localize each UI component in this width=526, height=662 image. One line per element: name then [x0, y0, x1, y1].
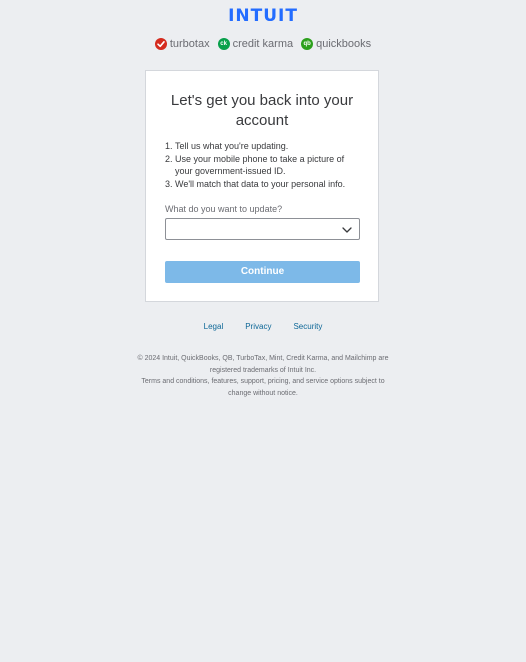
chevron-down-icon [341, 223, 353, 241]
terms-line: Terms and conditions, features, support,… [141, 378, 385, 385]
step-item: 2. Use your mobile phone to take a pictu… [165, 153, 365, 178]
step-text-line: your government-issued ID. [175, 166, 286, 176]
step-text: We'll match that data to your personal i… [175, 178, 346, 189]
copyright-line: registered trademarks of Intuit Inc. [209, 366, 317, 374]
brand-quickbooks: qb quickbooks [301, 38, 371, 50]
legal-notice: © 2024 Intuit, QuickBooks, QB, TurboTax,… [113, 353, 413, 399]
brand-turbotax: turbotax [154, 38, 210, 50]
brand-row: turbotax ck credit karma qb quickbooks [0, 38, 526, 50]
recovery-card: Let's get you back into your account 1. … [145, 70, 379, 302]
brand-label-turbotax: turbotax [169, 38, 210, 50]
brand-label-quickbooks: quickbooks [316, 38, 372, 50]
step-item: 3. We'll match that data to your persona… [165, 178, 365, 191]
step-item: 1. Tell us what you're updating. [165, 140, 365, 153]
step-text: Use your mobile phone to take a picture … [175, 153, 344, 178]
step-number: 2. [165, 153, 173, 164]
privacy-link[interactable]: Privacy [245, 322, 271, 331]
intuit-logo: INTUIT [228, 6, 298, 26]
update-field-label: What do you want to update? [165, 204, 283, 214]
card-title-line-1: Let's get you back into your [170, 92, 354, 109]
quickbooks-icon: qb [301, 38, 314, 50]
terms-line: change without notice. [228, 389, 298, 397]
step-text-line: Use your mobile phone to take a picture … [175, 153, 345, 164]
continue-button[interactable]: Continue [165, 261, 360, 283]
turbotax-icon [154, 38, 167, 50]
security-link[interactable]: Security [293, 322, 322, 331]
steps-list: 1. Tell us what you're updating. 2. Use … [165, 140, 365, 190]
step-number: 1. [165, 141, 173, 151]
credit-karma-icon: ck [217, 38, 230, 50]
update-select[interactable] [165, 218, 360, 240]
step-text: Tell us what you're updating. [175, 141, 289, 151]
brand-credit-karma: ck credit karma [217, 38, 294, 50]
step-number: 3. [165, 178, 173, 189]
footer-links: Legal Privacy Security [0, 322, 526, 331]
brand-label-credit-karma: credit karma [232, 38, 294, 50]
copyright-line: © 2024 Intuit, QuickBooks, QB, TurboTax,… [137, 355, 389, 362]
card-title: Let's get you back into your account [146, 91, 378, 131]
legal-link[interactable]: Legal [204, 322, 224, 331]
card-title-line-2: account [235, 112, 289, 129]
